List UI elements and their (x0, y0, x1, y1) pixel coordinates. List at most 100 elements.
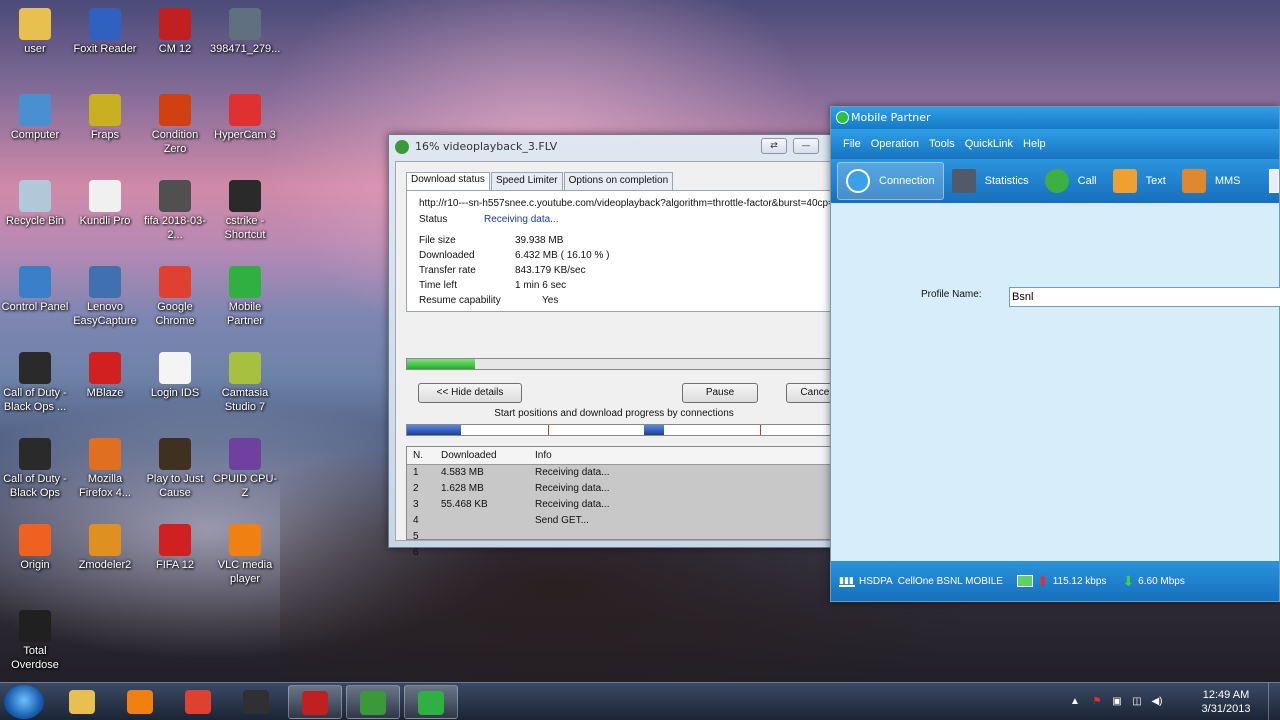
desktop-icon[interactable]: FIFA 12 (140, 518, 210, 590)
desktop-icon-label: Foxit Reader (73, 43, 137, 55)
taskbar-button[interactable] (404, 685, 458, 719)
taskbar-button[interactable] (230, 685, 284, 719)
desktop-icon[interactable]: Mobile Partner (210, 260, 280, 332)
desktop-icon[interactable]: Origin (0, 518, 70, 590)
connection-row[interactable]: 3 55.468 KB Receiving data... (407, 497, 831, 513)
pause-button[interactable]: Pause (682, 383, 758, 403)
connection-row[interactable]: 4 Send GET... (407, 513, 831, 529)
profile-name-label: Profile Name: (921, 289, 982, 300)
toolbar-connection-label: Connection (879, 175, 935, 187)
halflife-icon (159, 94, 191, 126)
transfer-rate-label: Transfer rate (419, 265, 476, 276)
connection-n: 2 (413, 483, 419, 494)
desktop-icon[interactable]: Camtasia Studio 7 (210, 346, 280, 418)
connection-n: 1 (413, 467, 419, 478)
desktop-icon[interactable]: Zmodeler2 (70, 518, 140, 590)
start-button[interactable] (4, 685, 44, 719)
taskbar-button[interactable] (346, 685, 400, 719)
desktop-icon[interactable]: Login IDS (140, 346, 210, 418)
mp-title-bar[interactable]: Mobile Partner (831, 107, 1279, 129)
desktop-icon[interactable]: 398471_279... (210, 2, 280, 74)
show-desktop-button[interactable] (1268, 683, 1280, 720)
desktop-icon[interactable]: Recycle Bin (0, 174, 70, 246)
connection-n: 6 (413, 547, 419, 558)
document-icon (159, 352, 191, 384)
desktop-icon[interactable]: Fraps (70, 88, 140, 160)
mp-title: Mobile Partner (851, 111, 931, 124)
toolbar-connection[interactable]: Connection (837, 162, 944, 200)
vlc-icon (127, 690, 153, 714)
clock[interactable]: 12:49 AM 3/31/2013 (1196, 688, 1256, 716)
connection-row[interactable]: 5 (407, 529, 831, 545)
desktop-icon[interactable]: Call of Duty - Black Ops (0, 432, 70, 504)
desktop-icon[interactable]: MBlaze (70, 346, 140, 418)
desktop-icon[interactable]: VLC media player (210, 518, 280, 590)
desktop-icon[interactable]: Control Panel (0, 260, 70, 332)
signal-strength-icon: ▮▮▮ (839, 575, 855, 587)
idm-title-bar[interactable]: 16% videoplayback_3.FLV ⇄ — (389, 135, 833, 159)
desktop-icon[interactable]: user (0, 2, 70, 74)
menu-help[interactable]: Help (1023, 138, 1046, 150)
vlc-icon (229, 524, 261, 556)
hide-details-button[interactable]: << Hide details (418, 383, 522, 403)
connection-start-marker (548, 425, 549, 435)
desktop-icon[interactable]: cstrike - Shortcut (210, 174, 280, 246)
network-icon[interactable]: ◫ (1130, 696, 1144, 708)
contacts-icon[interactable] (1269, 169, 1279, 193)
toolbar-text[interactable]: Text (1105, 162, 1174, 200)
download-status-panel: http://r10---sn-h557snee.c.youtube.com/v… (406, 190, 834, 312)
menu-tools[interactable]: Tools (929, 138, 955, 150)
connection-downloaded: 1.628 MB (441, 483, 484, 494)
desktop-icon[interactable]: Computer (0, 88, 70, 160)
taskbar-button[interactable] (56, 685, 110, 719)
download-progress-bar (406, 358, 832, 370)
desktop-icon[interactable]: Call of Duty - Black Ops ... (0, 346, 70, 418)
download-arrow-icon: ⬇ (1122, 572, 1135, 589)
desktop-icon-label: Recycle Bin (5, 215, 65, 227)
file-size-label: File size (419, 235, 456, 246)
volume-icon[interactable]: ◀) (1150, 696, 1164, 708)
downloaded-value: 6.432 MB ( 16.10 % ) (515, 250, 610, 261)
status-value: Receiving data... (484, 214, 559, 225)
desktop-icon[interactable]: HyperCam 3 (210, 88, 280, 160)
menu-operation[interactable]: Operation (871, 138, 919, 150)
desktop-icon[interactable]: Lenovo EasyCapture (70, 260, 140, 332)
tab-speed-limiter[interactable]: Speed Limiter (490, 172, 563, 190)
desktop-icon[interactable]: CM 12 (140, 2, 210, 74)
toolbar-mms[interactable]: MMS (1174, 162, 1249, 200)
col-header-downloaded[interactable]: Downloaded (441, 450, 497, 461)
desktop-icon[interactable]: Mozilla Firefox 4... (70, 432, 140, 504)
toolbar-statistics[interactable]: Statistics (944, 162, 1037, 200)
desktop-icon-label: Play to Just Cause (146, 473, 204, 499)
desktop-icon[interactable]: CPUID CPU-Z (210, 432, 280, 504)
tray-expand-icon[interactable]: ▲ (1068, 696, 1082, 708)
desktop-icon[interactable]: fifa 2018-03-2... (140, 174, 210, 246)
desktop-icon[interactable]: Google Chrome (140, 260, 210, 332)
connection-row[interactable]: 1 4.583 MB Receiving data... (407, 465, 831, 481)
idm-restore-button[interactable]: ⇄ (761, 138, 787, 154)
idm-icon (360, 691, 386, 715)
taskbar-button[interactable] (288, 685, 342, 719)
menu-file[interactable]: File (843, 138, 861, 150)
desktop-icon[interactable]: Condition Zero (140, 88, 210, 160)
tab-options-on-completion[interactable]: Options on completion (563, 172, 674, 190)
desktop-icon[interactable]: Foxit Reader (70, 2, 140, 74)
desktop-icon[interactable]: Play to Just Cause (140, 432, 210, 504)
tray-app-icon[interactable]: ▣ (1110, 696, 1124, 708)
desktop-icon[interactable]: Total Overdose (0, 604, 70, 676)
idm-minimize-button[interactable]: — (793, 138, 819, 154)
toolbar-call[interactable]: Call (1037, 162, 1105, 200)
connection-start-marker (760, 425, 761, 435)
taskbar-button[interactable] (172, 685, 226, 719)
connection-row[interactable]: 6 (407, 545, 831, 561)
flag-icon[interactable]: ⚑ (1090, 696, 1104, 708)
desktop-icon[interactable]: Kundli Pro (70, 174, 140, 246)
connection-info: Receiving data... (535, 483, 610, 494)
taskbar-button[interactable] (114, 685, 168, 719)
profile-name-field[interactable]: Bsnl (1009, 287, 1280, 307)
col-header-info[interactable]: Info (535, 450, 552, 461)
tab-download-status[interactable]: Download status (406, 172, 490, 191)
connection-row[interactable]: 2 1.628 MB Receiving data... (407, 481, 831, 497)
menu-quicklink[interactable]: QuickLink (965, 138, 1013, 150)
col-header-n[interactable]: N. (413, 450, 423, 461)
